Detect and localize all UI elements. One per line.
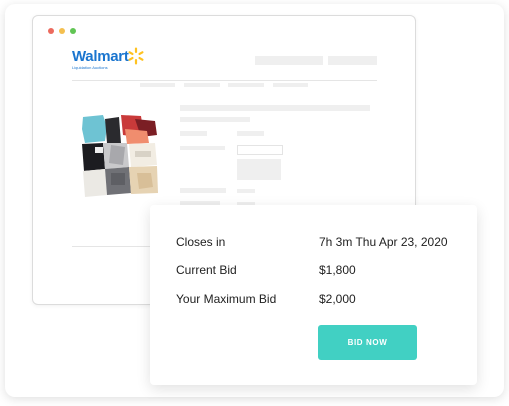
close-dot[interactable]	[48, 28, 54, 34]
header-placeholder-2	[328, 56, 377, 65]
quantity-input-placeholder[interactable]	[237, 145, 283, 155]
current-bid-value: $1,800	[319, 263, 356, 277]
closes-in-label: Closes in	[176, 235, 226, 249]
content-divider	[72, 246, 152, 247]
nav-placeholder-2	[184, 83, 220, 87]
closes-in-value: 7h 3m Thu Apr 23, 2020	[319, 235, 448, 249]
title-placeholder-2	[180, 117, 250, 122]
detail-value-placeholder-3	[237, 189, 255, 193]
current-bid-label: Current Bid	[176, 263, 237, 277]
logo-subtitle: Liquidation Auctions	[72, 65, 108, 70]
bid-card: Closes in 7h 3m Thu Apr 23, 2020 Current…	[150, 205, 477, 385]
minimize-dot[interactable]	[59, 28, 65, 34]
header-divider	[72, 80, 377, 81]
max-bid-label: Your Maximum Bid	[176, 292, 277, 306]
header-placeholder-1	[255, 56, 323, 65]
max-bid-value: $2,000	[319, 292, 356, 306]
product-image	[81, 113, 159, 199]
detail-label-placeholder-3	[180, 188, 226, 193]
nav-placeholder-4	[273, 83, 308, 87]
nav-placeholder-1	[140, 83, 175, 87]
detail-label-placeholder-2	[180, 146, 225, 150]
walmart-spark-icon	[128, 47, 144, 65]
walmart-logo[interactable]: Walmart Liquidation Auctions	[72, 47, 144, 70]
bid-now-button[interactable]: BID NOW	[318, 325, 417, 360]
button-placeholder[interactable]	[237, 159, 281, 180]
detail-label-placeholder-1	[180, 131, 207, 136]
nav-placeholder-3	[228, 83, 264, 87]
maximize-dot[interactable]	[70, 28, 76, 34]
title-placeholder-1	[180, 105, 370, 111]
logo-brand: Walmart	[72, 48, 129, 65]
detail-value-placeholder-1	[237, 131, 264, 136]
